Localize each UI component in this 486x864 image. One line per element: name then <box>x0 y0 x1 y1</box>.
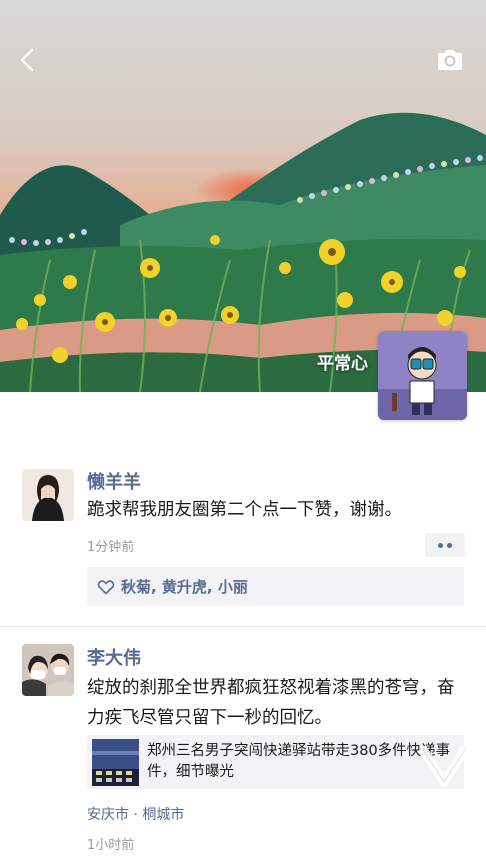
likes-panel: 秋菊, 黄升虎, 小丽 <box>87 567 464 606</box>
profile-avatar[interactable] <box>378 331 467 420</box>
post-time: 1小时前 <box>87 838 135 853</box>
post-avatar[interactable] <box>22 469 74 521</box>
ellipsis-icon <box>438 542 443 548</box>
avatar-binoculars-image <box>378 331 467 420</box>
post-author[interactable]: 李大伟 <box>87 644 141 670</box>
post-avatar[interactable] <box>22 644 74 696</box>
post-text: 绽放的刹那全世界都疯狂怒视着漆黑的苍穹，奋力疾飞尽管只留下一秒的回忆。 <box>87 678 455 728</box>
more-actions-button[interactable] <box>425 533 465 557</box>
link-thumbnail <box>92 738 139 786</box>
link-title: 郑州三名男子突闯快递驿站带走380多件快递事件，细节曝光 <box>147 743 451 780</box>
watermark-logo-icon <box>418 745 470 787</box>
avatar-girl-image <box>22 469 74 521</box>
post-author[interactable]: 懒羊羊 <box>87 468 141 494</box>
heart-icon <box>97 579 115 594</box>
news-thumbnail-image <box>92 738 139 786</box>
shared-link-card[interactable]: 郑州三名男子突闯快递驿站带走380多件快递事件，细节曝光 <box>87 735 464 789</box>
profile-nickname: 平常心 <box>317 354 368 374</box>
back-chevron-icon[interactable] <box>14 46 42 74</box>
post-location[interactable]: 安庆市 · 桐城市 <box>87 804 184 824</box>
post-text: 跪求帮我朋友圈第二个点一下赞，谢谢。 <box>87 500 402 520</box>
avatar-couple-image <box>22 644 74 696</box>
camera-icon[interactable] <box>436 48 464 72</box>
liked-by-names[interactable]: 秋菊, 黄升虎, 小丽 <box>121 576 248 597</box>
post-divider <box>0 626 486 627</box>
post-time: 1分钟前 <box>87 540 135 555</box>
